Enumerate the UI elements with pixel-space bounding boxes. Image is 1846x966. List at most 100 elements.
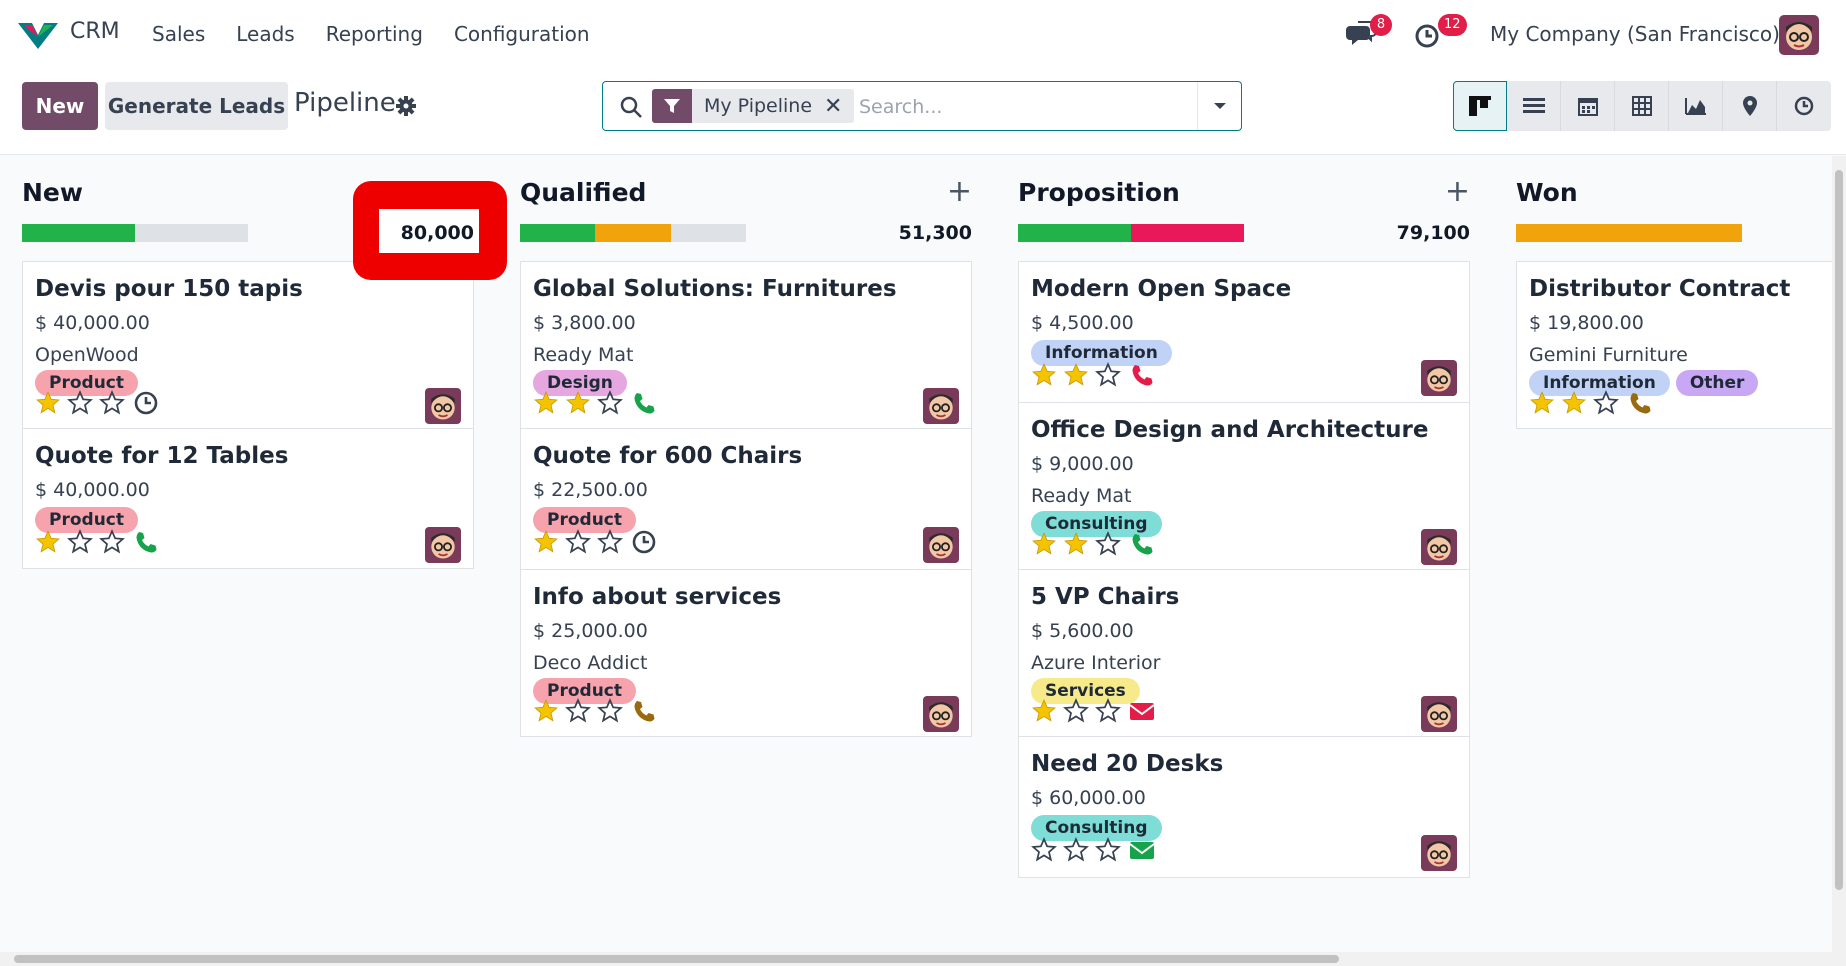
star-filled-icon[interactable] xyxy=(1063,531,1089,557)
graph-view-button[interactable] xyxy=(1669,81,1723,131)
column-title[interactable]: Proposition xyxy=(1018,178,1180,207)
salesperson-avatar[interactable] xyxy=(425,388,461,424)
star-empty-icon[interactable] xyxy=(1095,698,1121,724)
column-progress-bar[interactable] xyxy=(1516,224,1742,242)
envelope-icon-green[interactable] xyxy=(1129,837,1155,863)
clock-icon[interactable] xyxy=(133,390,159,416)
star-empty-icon[interactable] xyxy=(1095,837,1121,863)
phone-icon-brown[interactable] xyxy=(1627,390,1653,416)
column-title[interactable]: New xyxy=(22,178,83,207)
star-empty-icon[interactable] xyxy=(565,698,591,724)
kanban-view-button[interactable] xyxy=(1453,81,1507,131)
lead-card[interactable]: 5 VP Chairs $ 5,600.00 Azure Interior Servi… xyxy=(1018,569,1470,737)
horizontal-scrollbar[interactable] xyxy=(0,952,1846,966)
phone-icon-brown[interactable] xyxy=(631,698,657,724)
salesperson-avatar[interactable] xyxy=(1421,696,1457,732)
progress-segment[interactable] xyxy=(1516,224,1742,242)
search-input[interactable] xyxy=(859,92,1179,122)
star-empty-icon[interactable] xyxy=(99,529,125,555)
star-empty-icon[interactable] xyxy=(1031,837,1057,863)
lead-card[interactable]: Modern Open Space $ 4,500.00 Information xyxy=(1018,261,1470,403)
search-icon[interactable] xyxy=(619,95,643,119)
lead-card[interactable]: Need 20 Desks $ 60,000.00 Consulting xyxy=(1018,736,1470,878)
salesperson-avatar[interactable] xyxy=(1421,529,1457,565)
salesperson-avatar[interactable] xyxy=(923,527,959,563)
lead-card[interactable]: Devis pour 150 tapis $ 40,000.00 OpenWood P… xyxy=(22,261,474,429)
clock-icon[interactable] xyxy=(631,529,657,555)
salesperson-avatar[interactable] xyxy=(1421,360,1457,396)
phone-icon-green[interactable] xyxy=(631,390,657,416)
pivot-view-button[interactable] xyxy=(1615,81,1669,131)
star-empty-icon[interactable] xyxy=(67,529,93,555)
lead-card[interactable]: Quote for 12 Tables $ 40,000.00 Product xyxy=(22,428,474,569)
star-empty-icon[interactable] xyxy=(99,390,125,416)
calendar-view-button[interactable] xyxy=(1561,81,1615,131)
menu-sales[interactable]: Sales xyxy=(152,22,205,46)
menu-configuration[interactable]: Configuration xyxy=(454,22,590,46)
star-filled-icon[interactable] xyxy=(533,698,559,724)
star-filled-icon[interactable] xyxy=(1529,390,1555,416)
star-empty-icon[interactable] xyxy=(67,390,93,416)
column-progress-bar[interactable] xyxy=(22,224,248,242)
activities-button[interactable]: 12 xyxy=(1414,14,1467,50)
map-view-button[interactable] xyxy=(1723,81,1777,131)
envelope-icon[interactable] xyxy=(1129,698,1155,724)
column-title[interactable]: Won xyxy=(1516,178,1578,207)
star-filled-icon[interactable] xyxy=(1561,390,1587,416)
star-empty-icon[interactable] xyxy=(1095,362,1121,388)
vertical-scrollbar[interactable] xyxy=(1832,156,1846,953)
quick-create-plus-icon[interactable]: + xyxy=(947,174,972,209)
progress-segment[interactable] xyxy=(595,224,671,242)
salesperson-avatar[interactable] xyxy=(425,527,461,563)
phone-icon-red[interactable] xyxy=(1129,362,1155,388)
star-filled-icon[interactable] xyxy=(1031,531,1057,557)
progress-segment[interactable] xyxy=(520,224,596,242)
star-filled-icon[interactable] xyxy=(565,390,591,416)
quick-create-plus-icon[interactable]: + xyxy=(1445,174,1470,209)
lead-card[interactable]: Info about services $ 25,000.00 Deco Addic… xyxy=(520,569,972,737)
progress-segment[interactable] xyxy=(1131,224,1244,242)
star-filled-icon[interactable] xyxy=(35,529,61,555)
star-empty-icon[interactable] xyxy=(1063,698,1089,724)
progress-segment[interactable] xyxy=(22,224,135,242)
new-button[interactable]: New xyxy=(22,82,98,130)
menu-leads[interactable]: Leads xyxy=(236,22,294,46)
star-filled-icon[interactable] xyxy=(533,529,559,555)
user-avatar[interactable] xyxy=(1779,15,1819,55)
column-progress-bar[interactable] xyxy=(1018,224,1244,242)
lead-card[interactable]: Office Design and Architecture $ 9,000.00… xyxy=(1018,402,1470,570)
list-view-button[interactable] xyxy=(1507,81,1561,131)
lead-card[interactable]: Quote for 600 Chairs $ 22,500.00 Product xyxy=(520,428,972,570)
generate-leads-button[interactable]: Generate Leads xyxy=(105,82,288,130)
phone-icon-green[interactable] xyxy=(133,529,159,555)
star-filled-icon[interactable] xyxy=(35,390,61,416)
facet-remove-icon[interactable]: ✕ xyxy=(824,94,854,119)
app-name[interactable]: CRM xyxy=(70,19,120,44)
star-empty-icon[interactable] xyxy=(597,529,623,555)
star-filled-icon[interactable] xyxy=(1031,698,1057,724)
column-progress-bar[interactable] xyxy=(520,224,746,242)
activity-view-button[interactable] xyxy=(1777,81,1831,131)
messages-button[interactable]: 8 xyxy=(1346,14,1392,50)
star-empty-icon[interactable] xyxy=(565,529,591,555)
menu-reporting[interactable]: Reporting xyxy=(326,22,423,46)
column-title[interactable]: Qualified xyxy=(520,178,646,207)
star-empty-icon[interactable] xyxy=(1063,837,1089,863)
star-empty-icon[interactable] xyxy=(1095,531,1121,557)
salesperson-avatar[interactable] xyxy=(923,388,959,424)
star-empty-icon[interactable] xyxy=(597,698,623,724)
star-filled-icon[interactable] xyxy=(1063,362,1089,388)
salesperson-avatar[interactable] xyxy=(923,696,959,732)
progress-segment[interactable] xyxy=(1018,224,1131,242)
gear-icon[interactable] xyxy=(396,96,416,116)
lead-card[interactable]: Distributor Contract $ 19,800.00 Gemini Fu… xyxy=(1516,261,1832,429)
salesperson-avatar[interactable] xyxy=(1421,835,1457,871)
lead-card[interactable]: Global Solutions: Furnitures $ 3,800.00 Re… xyxy=(520,261,972,429)
phone-icon-green[interactable] xyxy=(1129,531,1155,557)
star-filled-icon[interactable] xyxy=(1031,362,1057,388)
star-empty-icon[interactable] xyxy=(597,390,623,416)
crm-logo-icon[interactable] xyxy=(18,19,58,49)
search-options-toggle[interactable] xyxy=(1197,82,1241,130)
company-switcher[interactable]: My Company (San Francisco) xyxy=(1490,22,1780,46)
star-filled-icon[interactable] xyxy=(533,390,559,416)
